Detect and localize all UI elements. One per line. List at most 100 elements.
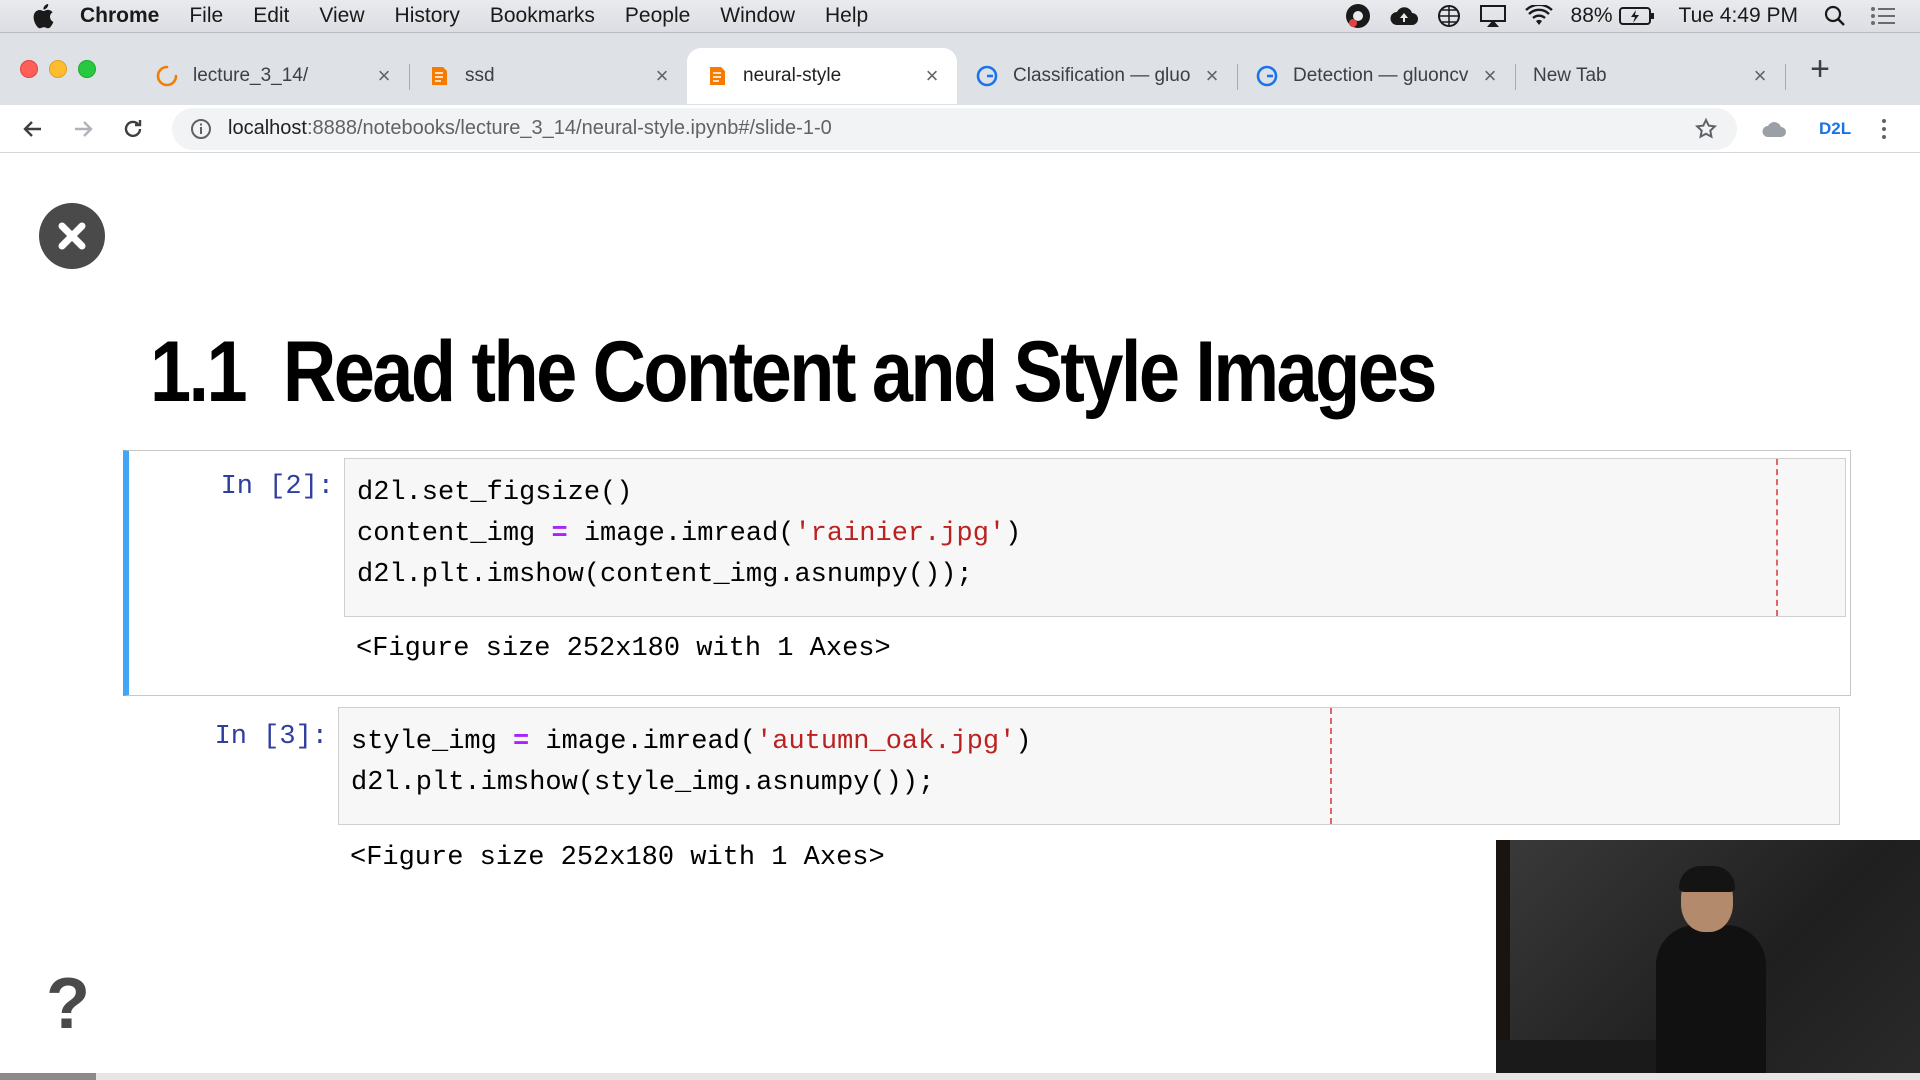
macos-menu-bar: Chrome File Edit View History Bookmarks … xyxy=(0,0,1920,33)
menu-file[interactable]: File xyxy=(189,4,223,28)
chrome-toolbar: localhost:8888/notebooks/lecture_3_14/ne… xyxy=(0,105,1920,153)
heading-text: Read the Content and Style Images xyxy=(282,324,1437,420)
window-controls xyxy=(20,60,107,78)
tab-detection-gluoncv[interactable]: Detection — gluoncv × xyxy=(1237,48,1516,104)
apple-menu-icon[interactable] xyxy=(28,3,58,29)
wifi-icon[interactable] xyxy=(1524,5,1553,27)
notification-center-icon[interactable] xyxy=(1870,6,1896,26)
close-icon[interactable]: × xyxy=(373,63,395,88)
lecturer-hair xyxy=(1679,866,1735,892)
code-token: ) xyxy=(1015,727,1032,757)
line-length-ruler xyxy=(1776,459,1778,616)
code-token: image.imread( xyxy=(529,727,757,757)
menu-edit[interactable]: Edit xyxy=(253,4,289,28)
menu-people[interactable]: People xyxy=(625,4,690,28)
window-close-button[interactable] xyxy=(20,60,38,78)
url-host: localhost xyxy=(228,117,307,139)
cloud-upload-icon[interactable] xyxy=(1389,5,1419,27)
reload-icon[interactable] xyxy=(118,114,148,144)
close-slide-icon[interactable] xyxy=(39,203,105,269)
tab-neural-style[interactable]: neural-style × xyxy=(687,48,957,104)
close-icon[interactable]: × xyxy=(1749,63,1771,88)
code-operator-token: = xyxy=(551,519,568,549)
forward-arrow-icon[interactable] xyxy=(68,114,98,144)
close-icon[interactable]: × xyxy=(1201,63,1223,88)
code-line: d2l.plt.imshow(style_img.asnumpy()); xyxy=(351,763,1827,804)
line-length-ruler xyxy=(1330,708,1332,824)
help-question-icon[interactable]: ? xyxy=(46,963,90,1045)
creative-cloud-icon[interactable] xyxy=(1345,3,1371,29)
slide-progress-bar xyxy=(0,1073,1920,1080)
chrome-menu-icon[interactable] xyxy=(1879,117,1889,141)
menu-history[interactable]: History xyxy=(395,4,460,28)
bookmark-star-icon[interactable] xyxy=(1693,117,1719,141)
gluoncv-icon xyxy=(1255,64,1279,88)
url-path: :8888/notebooks/lecture_3_14/neural-styl… xyxy=(306,117,832,139)
tab-classification-gluoncv[interactable]: Classification — gluo × xyxy=(957,48,1238,104)
site-info-icon[interactable] xyxy=(190,118,212,140)
jupyter-notebook-icon xyxy=(705,64,729,88)
code-token: style_img xyxy=(351,727,514,757)
code-token: d2l.set_figsize() xyxy=(357,478,633,508)
code-token: ) xyxy=(1005,519,1022,549)
window-zoom-button[interactable] xyxy=(78,60,96,78)
close-icon[interactable]: × xyxy=(651,63,673,88)
airplay-icon[interactable] xyxy=(1479,4,1507,28)
battery-charging-icon[interactable] xyxy=(1618,6,1655,26)
code-token: image.imread( xyxy=(567,519,795,549)
code-cell-selected[interactable]: In [2]: d2l.set_figsize() content_img = i… xyxy=(123,450,1851,696)
tab-ssd[interactable]: ssd × xyxy=(409,48,688,104)
slide-progress-fill xyxy=(0,1073,96,1080)
code-string-token: 'rainier.jpg' xyxy=(794,519,1006,549)
menu-window[interactable]: Window xyxy=(720,4,795,28)
code-token: content_img xyxy=(357,519,552,549)
lecturer-webcam-video xyxy=(1496,840,1920,1080)
code-token: d2l.plt.imshow(style_img.asnumpy()); xyxy=(351,768,935,798)
spotlight-search-icon[interactable] xyxy=(1824,5,1846,27)
close-icon[interactable]: × xyxy=(921,63,943,88)
code-editor[interactable]: d2l.set_figsize() content_img = image.imr… xyxy=(344,458,1846,617)
code-token: d2l.plt.imshow(content_img.asnumpy()); xyxy=(357,560,973,590)
code-line: d2l.set_figsize() xyxy=(357,473,1833,514)
menu-app-chrome[interactable]: Chrome xyxy=(80,4,159,28)
input-prompt: In [3]: xyxy=(214,722,328,752)
code-line: content_img = image.imread('rainier.jpg'… xyxy=(357,514,1833,555)
chrome-tab-strip: lecture_3_14/ × ssd × neural-style × Cla… xyxy=(0,33,1920,105)
cell-output: <Figure size 252x180 with 1 Axes> xyxy=(350,843,885,873)
code-editor[interactable]: style_img = image.imread('autumn_oak.jpg… xyxy=(338,707,1840,825)
tab-title: neural-style xyxy=(743,65,842,86)
jupyter-notebook-icon xyxy=(427,64,451,88)
code-operator-token: = xyxy=(513,727,530,757)
globe-icon[interactable] xyxy=(1437,4,1461,28)
code-lines: d2l.set_figsize() content_img = image.imr… xyxy=(357,473,1833,596)
tab-lecture-3-14[interactable]: lecture_3_14/ × xyxy=(137,48,410,104)
tab-title: Detection — gluoncv xyxy=(1293,65,1469,86)
tab-title: ssd xyxy=(465,65,495,86)
lecturer-body xyxy=(1656,925,1766,1080)
menu-view[interactable]: View xyxy=(319,4,364,28)
tab-title: New Tab xyxy=(1533,65,1607,86)
close-icon[interactable]: × xyxy=(1479,63,1501,88)
back-arrow-icon[interactable] xyxy=(18,114,48,144)
d2l-extension-button[interactable]: D2L xyxy=(1819,119,1851,139)
clock[interactable]: Tue 4:49 PM xyxy=(1679,4,1798,28)
gluoncv-icon xyxy=(975,64,999,88)
cell-output: <Figure size 252x180 with 1 Axes> xyxy=(356,634,891,664)
battery-percentage: 88% xyxy=(1570,4,1613,27)
status-tray: 88% Tue 4:49 PM xyxy=(1327,3,1920,29)
code-lines: style_img = image.imread('autumn_oak.jpg… xyxy=(351,722,1827,804)
menu-help[interactable]: Help xyxy=(825,4,868,28)
tab-new-tab[interactable]: New Tab × xyxy=(1515,48,1786,104)
window-minimize-button[interactable] xyxy=(49,60,67,78)
address-bar[interactable]: localhost:8888/notebooks/lecture_3_14/ne… xyxy=(172,107,1737,150)
new-tab-plus-icon[interactable]: + xyxy=(1803,52,1837,86)
code-line: style_img = image.imread('autumn_oak.jpg… xyxy=(351,722,1827,763)
slide-heading: 1.1 Read the Content and Style Images xyxy=(150,323,1437,422)
code-line: d2l.plt.imshow(content_img.asnumpy()); xyxy=(357,555,1833,596)
tab-title: lecture_3_14/ xyxy=(193,65,309,86)
code-string-token: 'autumn_oak.jpg' xyxy=(756,727,1016,757)
section-number: 1.1 xyxy=(150,324,248,420)
menu-bookmarks[interactable]: Bookmarks xyxy=(490,4,595,28)
input-prompt: In [2]: xyxy=(220,472,334,502)
cloud-extension-icon[interactable] xyxy=(1759,114,1789,144)
